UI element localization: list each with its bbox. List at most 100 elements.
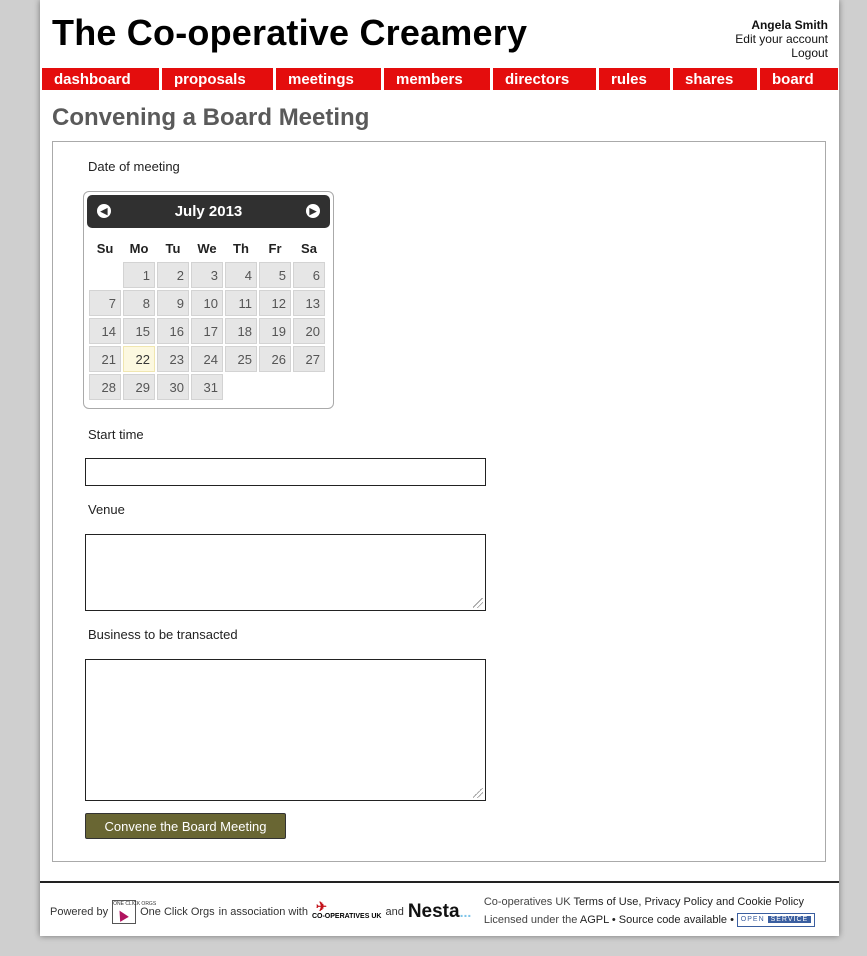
calendar-header: ◀ July 2013 ▶ <box>87 195 330 228</box>
calendar-week: 21 22 23 24 25 26 27 <box>89 346 325 372</box>
user-name: Angela Smith <box>751 18 828 32</box>
one-click-orgs-logo[interactable]: ONE CLICK ORGS <box>112 900 156 924</box>
calendar-cell: 15 <box>123 318 155 344</box>
calendar-day[interactable]: 12 <box>259 290 291 316</box>
calendar-day[interactable]: 21 <box>89 346 121 372</box>
calendar-day[interactable]: 24 <box>191 346 223 372</box>
calendar-day[interactable]: 28 <box>89 374 121 400</box>
calendar-day[interactable]: 8 <box>123 290 155 316</box>
calendar-day[interactable]: 4 <box>225 262 257 288</box>
oco-name[interactable]: One Click Orgs <box>140 906 215 918</box>
calendar-day[interactable]: 7 <box>89 290 121 316</box>
calendar-day[interactable]: 23 <box>157 346 189 372</box>
prev-month-icon[interactable]: ◀ <box>97 204 111 218</box>
calendar-day[interactable]: 11 <box>225 290 257 316</box>
calendar-cell: 10 <box>191 290 223 316</box>
calendar-day[interactable]: 20 <box>293 318 325 344</box>
nav-rules[interactable]: rules <box>599 68 670 90</box>
calendar-cell: 7 <box>89 290 121 316</box>
calendar-days: 1 2 3 4 5 6 7 8 9 10 11 12 13 14 15 16 17 18 19 20 21 22 23 24 2… <box>89 262 325 400</box>
nav-members[interactable]: members <box>384 68 490 90</box>
calendar-cell: 1 <box>123 262 155 288</box>
calendar-day[interactable]: 29 <box>123 374 155 400</box>
calendar-day[interactable]: 19 <box>259 318 291 344</box>
resize-grip-icon[interactable] <box>473 788 483 798</box>
logout-link[interactable]: Logout <box>735 46 828 60</box>
edit-account-link[interactable]: Edit your account <box>735 32 828 46</box>
calendar-day-today[interactable]: 22 <box>123 346 155 372</box>
calendar-day[interactable]: 15 <box>123 318 155 344</box>
terms-link[interactable]: Terms of Use <box>574 896 639 908</box>
nesta-logo-text: Nesta <box>407 901 460 922</box>
weekday-header: Mo <box>129 240 149 256</box>
calendar-cell: 12 <box>259 290 291 316</box>
nesta-logo[interactable]: Nesta... <box>408 901 471 923</box>
calendar-day[interactable]: 18 <box>225 318 257 344</box>
calendar-cell: 22 <box>123 346 155 372</box>
calendar-day[interactable]: 16 <box>157 318 189 344</box>
badge-service-text: SERVICE <box>767 916 812 924</box>
calendar-day[interactable]: 3 <box>191 262 223 288</box>
user-box: Angela Smith Edit your account Logout <box>735 18 828 60</box>
bird-icon: ✈ <box>315 898 327 914</box>
privacy-link[interactable]: Privacy Policy <box>644 896 712 908</box>
weekday-header: Th <box>233 240 249 256</box>
calendar-day[interactable]: 31 <box>191 374 223 400</box>
calendar-cell: 20 <box>293 318 325 344</box>
and-text: and <box>385 906 404 918</box>
calendar-cell: 13 <box>293 290 325 316</box>
calendar-cell: 19 <box>259 318 291 344</box>
calendar-cell: 26 <box>259 346 291 372</box>
nav-board[interactable]: board <box>760 68 838 90</box>
start-time-input[interactable] <box>85 458 486 486</box>
calendar-grid: Su Mo Tu We Th Fr Sa 1 2 3 4 5 6 7 8 9 10 11 12 13 14… <box>87 234 327 402</box>
coops-uk-text: Co-operatives UK <box>483 896 571 908</box>
calendar-day[interactable]: 30 <box>157 374 189 400</box>
calendar-day[interactable]: 10 <box>191 290 223 316</box>
calendar-cell: 28 <box>89 374 121 400</box>
calendar-day[interactable]: 27 <box>293 346 325 372</box>
coops-uk-logo[interactable]: ✈ CO-OPERATIVES UK <box>312 899 382 920</box>
weekday-header: Su <box>96 240 114 256</box>
calendar-day[interactable]: 14 <box>89 318 121 344</box>
convene-button[interactable]: Convene the Board Meeting <box>85 813 286 839</box>
calendar-month-title: July 2013 <box>174 203 243 220</box>
page: The Co-operative Creamery Angela Smith E… <box>40 0 839 936</box>
site-title: The Co-operative Creamery <box>52 12 528 53</box>
calendar-day[interactable]: 25 <box>225 346 257 372</box>
calendar-day[interactable]: 2 <box>157 262 189 288</box>
business-label: Business to be transacted <box>88 627 238 642</box>
calendar-day[interactable]: 13 <box>293 290 325 316</box>
nav-directors[interactable]: directors <box>493 68 596 90</box>
open-service-badge[interactable]: OPEN SERVICE <box>737 913 815 928</box>
source-code-link[interactable]: Source code available <box>619 914 727 926</box>
calendar-day[interactable]: 6 <box>293 262 325 288</box>
footer-legal-line-2: Licensed under the AGPL • Source code av… <box>484 911 815 929</box>
calendar-cell: 25 <box>225 346 257 372</box>
resize-grip-icon[interactable] <box>473 598 483 608</box>
footer-legal-line-1: Co-operatives UK Terms of Use, Privacy P… <box>483 896 805 908</box>
date-picker: ◀ July 2013 ▶ Su Mo Tu We Th Fr Sa 123 4… <box>83 191 334 409</box>
venue-textarea[interactable] <box>85 534 486 611</box>
agpl-link[interactable]: AGPL <box>580 914 609 926</box>
footer-legal: Co-operatives UK Terms of Use, Privacy P… <box>484 893 815 929</box>
calendar-cell <box>225 374 257 400</box>
nav-proposals[interactable]: proposals <box>162 68 273 90</box>
calendar-day[interactable]: 5 <box>259 262 291 288</box>
cookie-link[interactable]: Cookie Policy <box>737 896 804 908</box>
calendar-cell: 29 <box>123 374 155 400</box>
calendar-cell: 3 <box>191 262 223 288</box>
calendar-cell: 21 <box>89 346 121 372</box>
nav-meetings[interactable]: meetings <box>276 68 381 90</box>
next-month-icon[interactable]: ▶ <box>306 204 320 218</box>
business-textarea[interactable] <box>85 659 486 801</box>
main-nav: dashboard proposals meetings members dir… <box>42 68 839 90</box>
calendar-day[interactable]: 1 <box>123 262 155 288</box>
association-text: in association with <box>218 906 308 918</box>
calendar-day[interactable]: 9 <box>157 290 189 316</box>
nav-shares[interactable]: shares <box>673 68 757 90</box>
nesta-dots-icon: ... <box>459 904 472 920</box>
nav-dashboard[interactable]: dashboard <box>42 68 159 90</box>
calendar-day[interactable]: 26 <box>259 346 291 372</box>
calendar-day[interactable]: 17 <box>191 318 223 344</box>
